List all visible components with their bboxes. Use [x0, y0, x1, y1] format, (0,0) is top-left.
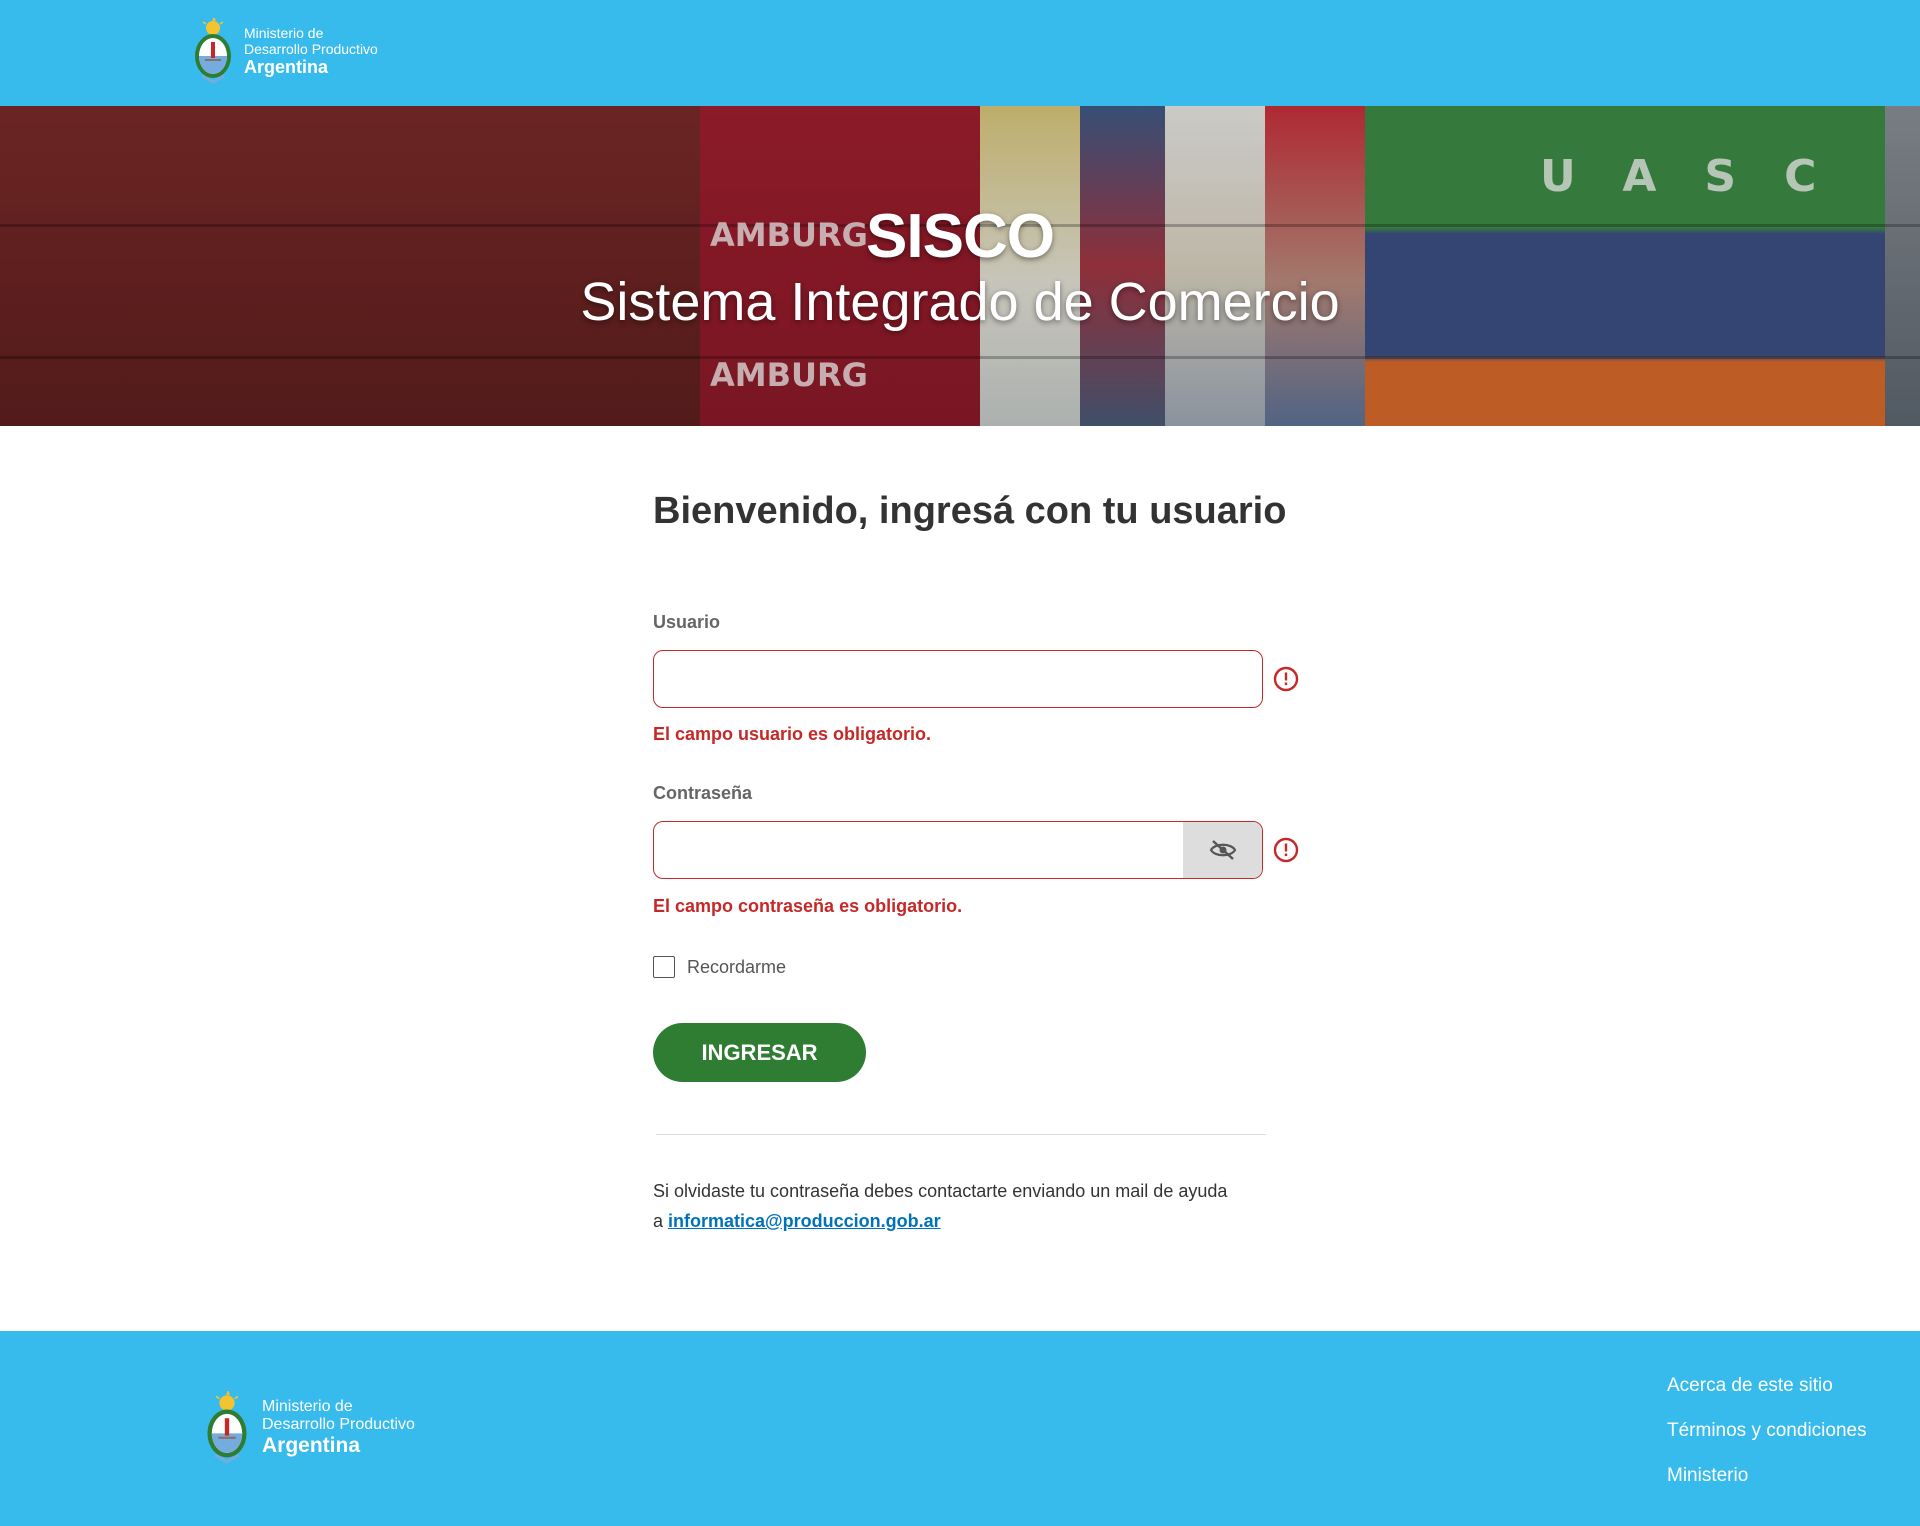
toggle-password-visibility-button[interactable] — [1183, 822, 1262, 878]
password-error-icon — [1273, 837, 1299, 863]
footer-link-about[interactable]: Acerca de este sitio — [1667, 1371, 1867, 1416]
help-text: Si olvidaste tu contraseña debes contact… — [653, 1176, 1293, 1236]
footer-ministry-line2: Desarrollo Productivo — [262, 1415, 415, 1433]
footer-links: Acerca de este sitio Términos y condicio… — [1667, 1371, 1867, 1506]
divider — [656, 1134, 1266, 1135]
password-field[interactable] — [653, 821, 1263, 879]
ministry-logo[interactable]: Ministerio de Desarrollo Productivo Arge… — [190, 18, 378, 84]
hero-subtitle: Sistema Integrado de Comercio — [580, 272, 1340, 332]
password-label: Contraseña — [653, 783, 753, 803]
login-heading: Bienvenido, ingresá con tu usuario — [653, 490, 1287, 532]
footer-country-name: Argentina — [262, 1434, 361, 1458]
footer-link-terms[interactable]: Términos y condiciones — [1667, 1416, 1867, 1461]
country-name: Argentina — [244, 56, 329, 77]
footer-ministry-logo[interactable]: Ministerio de Desarrollo Productivo Arge… — [202, 1391, 415, 1465]
footer-link-ministry[interactable]: Ministerio — [1667, 1461, 1867, 1506]
remember-label: Recordarme — [687, 956, 787, 977]
help-email-link[interactable]: informatica@produccion.gob.ar — [668, 1211, 941, 1231]
user-field[interactable] — [653, 650, 1263, 708]
coat-of-arms-icon — [195, 18, 231, 84]
help-text-line1: Si olvidaste tu contraseña debes contact… — [653, 1181, 1228, 1201]
ministry-line2: Desarrollo Productivo — [244, 40, 378, 57]
footer-ministry-line1: Ministerio de — [262, 1397, 353, 1415]
user-error-icon — [1273, 666, 1299, 692]
remember-me[interactable]: Recordarme — [653, 956, 786, 978]
password-error-message: El campo contraseña es obligatorio. — [653, 896, 963, 916]
hero-title: SISCO — [866, 202, 1055, 271]
eye-slash-icon — [1209, 840, 1236, 860]
footer: Ministerio de Desarrollo Productivo Arge… — [0, 1331, 1920, 1526]
ministry-line1: Ministerio de — [244, 24, 324, 41]
submit-button[interactable]: INGRESAR — [653, 1023, 866, 1082]
top-header: Ministerio de Desarrollo Productivo Arge… — [0, 0, 1920, 106]
coat-of-arms-icon — [207, 1391, 247, 1464]
user-error-message: El campo usuario es obligatorio. — [653, 724, 932, 744]
password-input[interactable] — [654, 822, 1184, 878]
hero-banner: AMBURG AMBURG UASC SISCO Sistema Integra… — [0, 106, 1920, 426]
user-label: Usuario — [653, 612, 721, 632]
user-input[interactable] — [654, 651, 1262, 707]
help-text-prefix: a — [653, 1211, 664, 1231]
remember-checkbox[interactable] — [653, 956, 675, 978]
